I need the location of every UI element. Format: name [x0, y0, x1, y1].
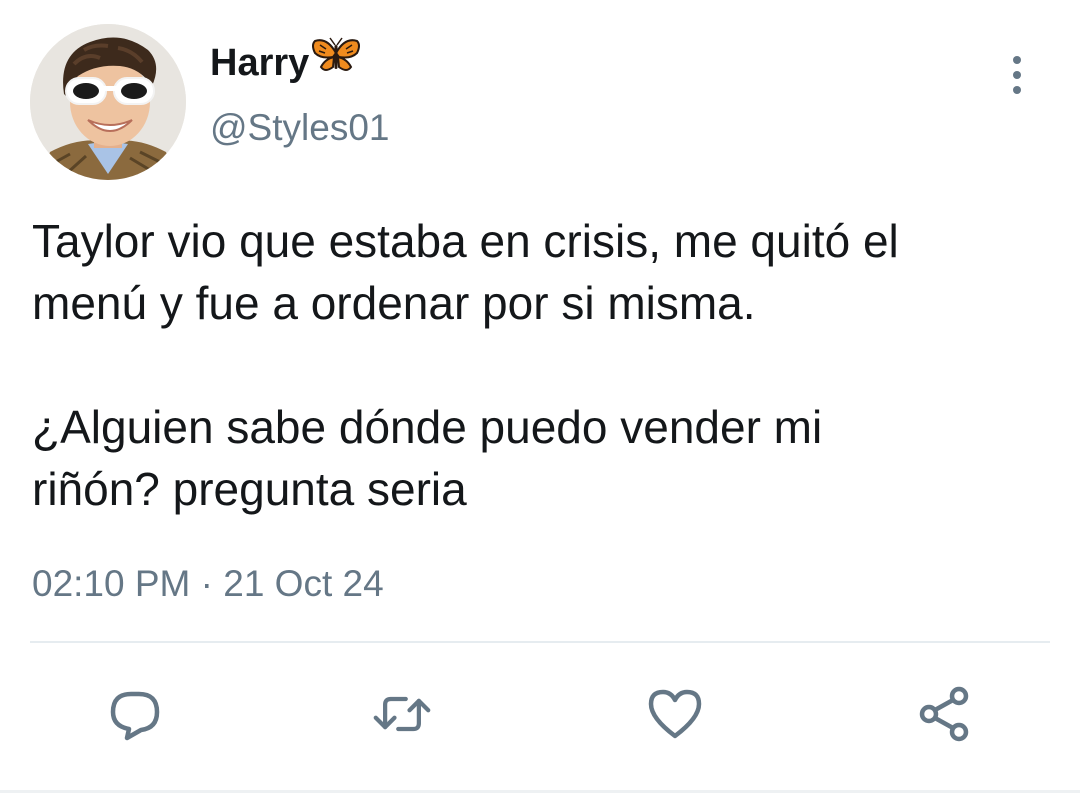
- reply-icon: [110, 691, 160, 741]
- share-button[interactable]: [915, 684, 975, 744]
- more-options-button[interactable]: [996, 52, 1038, 98]
- more-vertical-icon-dot: [1013, 86, 1021, 94]
- reply-button[interactable]: [105, 684, 165, 744]
- bottom-divider: [0, 790, 1080, 793]
- tweet-text-paragraph-1: Taylor vio que estaba en crisis, me quit…: [32, 215, 899, 329]
- more-vertical-icon-dot: [1013, 71, 1021, 79]
- author-display-name[interactable]: Harry: [210, 40, 309, 86]
- more-vertical-icon-dot: [1013, 56, 1021, 64]
- tweet-text-paragraph-2: ¿Alguien sabe dónde puedo vender mi riñó…: [32, 401, 823, 515]
- tweet-text: Taylor vio que estaba en crisis, me quit…: [32, 210, 1062, 520]
- avatar[interactable]: [30, 24, 186, 180]
- heart-icon: [648, 689, 702, 739]
- butterfly-icon: [311, 35, 361, 86]
- divider: [30, 641, 1050, 643]
- retweet-icon: [373, 696, 431, 732]
- like-button[interactable]: [645, 684, 705, 744]
- tweet-timestamp[interactable]: 02:10 PM · 21 Oct 24: [32, 562, 384, 606]
- avatar-image: [30, 24, 186, 180]
- author-name-row[interactable]: Harry: [210, 37, 361, 86]
- retweet-button[interactable]: [372, 684, 432, 744]
- share-icon: [919, 686, 969, 742]
- author-handle[interactable]: @Styles01: [210, 106, 389, 150]
